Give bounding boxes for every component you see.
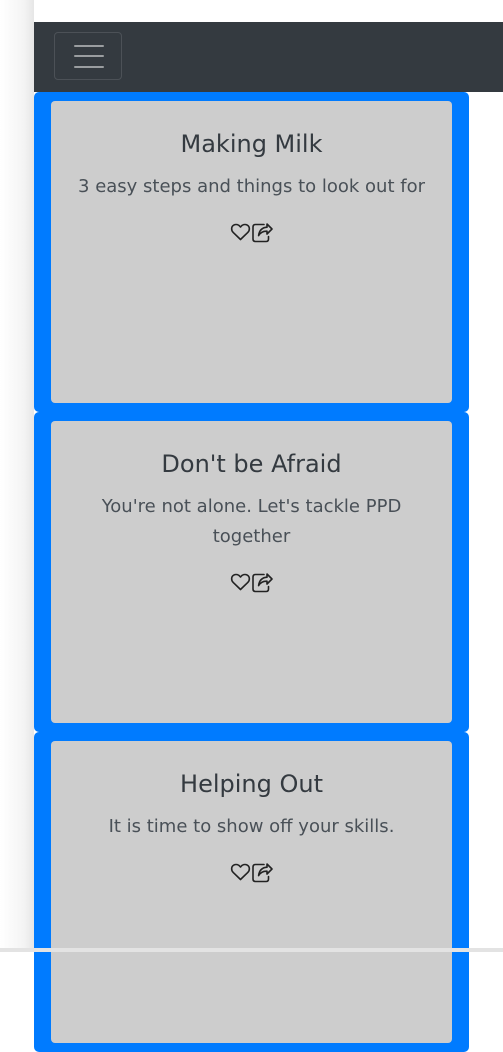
page-left-margin [0, 0, 34, 952]
card[interactable]: Don't be Afraid You're not alone. Let's … [34, 412, 469, 732]
card[interactable]: Making Milk 3 easy steps and things to l… [34, 92, 469, 412]
share-icon[interactable] [251, 221, 274, 243]
card-body: Helping Out It is time to show off your … [51, 741, 452, 1043]
top-navbar [34, 22, 503, 92]
heart-icon[interactable] [230, 862, 251, 882]
heart-icon[interactable] [230, 222, 251, 242]
share-icon[interactable] [251, 861, 274, 883]
card-actions [51, 570, 452, 594]
navbar-toggle-button[interactable] [54, 32, 122, 80]
card-title: Don't be Afraid [161, 450, 342, 478]
card-description: You're not alone. Let's tackle PPD toget… [101, 496, 402, 547]
card[interactable]: Helping Out It is time to show off your … [34, 732, 469, 1052]
card-description: It is time to show off your skills. [108, 816, 395, 837]
card-title: Making Milk [180, 130, 323, 158]
card-actions [51, 860, 452, 884]
window-bottom-edge [0, 948, 503, 952]
hamburger-menu-icon-bar [74, 55, 104, 57]
heart-icon[interactable] [230, 572, 251, 592]
card-body: Making Milk 3 easy steps and things to l… [51, 101, 452, 403]
card-body: Don't be Afraid You're not alone. Let's … [51, 421, 452, 723]
card-title: Helping Out [180, 770, 323, 798]
hamburger-menu-icon-bar [74, 45, 104, 47]
share-icon[interactable] [251, 571, 274, 593]
card-actions [51, 220, 452, 244]
hamburger-menu-icon-bar [74, 66, 104, 68]
card-list: Making Milk 3 easy steps and things to l… [34, 92, 469, 1052]
card-description: 3 easy steps and things to look out for [78, 176, 425, 197]
